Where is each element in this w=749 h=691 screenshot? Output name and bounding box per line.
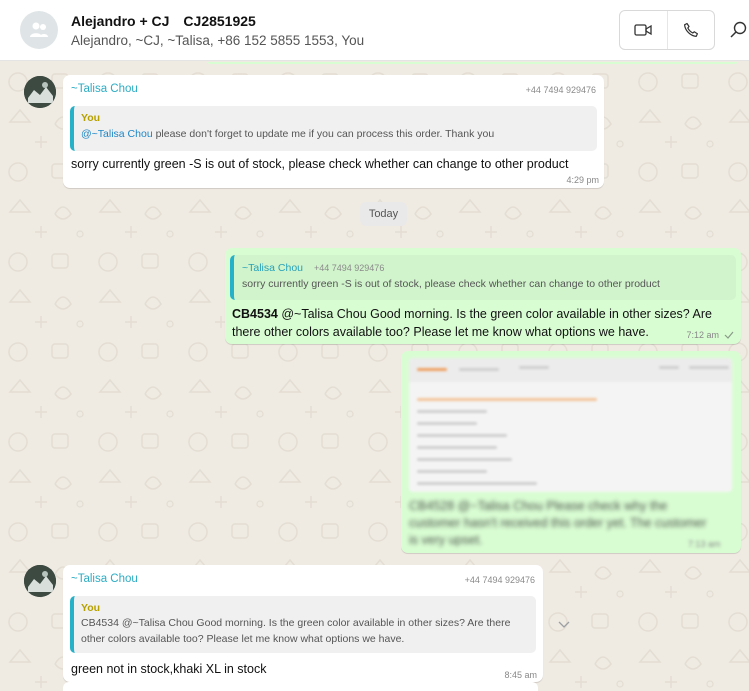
message-bubble-incoming[interactable]: ~Talisa Chou +44 7494 929476 You @~Talis… [63, 75, 604, 188]
message-text: green not in stock,khaki XL in stock [71, 662, 267, 676]
previous-message-edge [205, 62, 740, 64]
quote-author: You [81, 602, 101, 614]
chat-area[interactable]: ~Talisa Chou +44 7494 929476 You @~Talis… [0, 62, 749, 691]
quote-phone: +44 7494 929476 [314, 263, 385, 273]
group-avatar-icon[interactable] [20, 11, 58, 49]
quoted-message[interactable]: You CB4534 @~Talisa Chou Good morning. I… [70, 596, 536, 653]
voice-call-button[interactable] [668, 11, 715, 49]
message-time: 7:12 am [686, 330, 719, 340]
message-time: 8:45 am [504, 670, 537, 680]
sender-name[interactable]: ~Talisa Chou [71, 83, 138, 95]
attached-screenshot[interactable] [409, 358, 732, 492]
avatar[interactable] [24, 76, 56, 108]
participants-list: Alejandro, ~CJ, ~Talisa, +86 152 5855 15… [71, 33, 365, 48]
message-bubble-incoming[interactable]: ~Talisa Chou +44 7494 929476 You CB4534 … [63, 565, 543, 682]
message-time: 7:13 am [688, 539, 721, 549]
quote-text-body: please don't forget to update me if you … [152, 128, 495, 140]
sender-phone: +44 7494 929476 [525, 85, 596, 95]
video-call-button[interactable] [620, 11, 668, 49]
quote-text: @~Talisa Chou please don't forget to upd… [81, 126, 494, 142]
quoted-message[interactable]: You @~Talisa Chou please don't forget to… [70, 106, 597, 151]
chat-title-name: Alejandro + CJ [71, 13, 170, 29]
quote-text: CB4534 @~Talisa Chou Good morning. Is th… [81, 617, 511, 645]
date-divider: Today [360, 202, 407, 226]
message-text: CB4534 @~Talisa Chou Good morning. Is th… [232, 305, 732, 341]
quote-author: ~Talisa Chou [242, 262, 303, 274]
voice-call-icon [683, 22, 698, 37]
message-time: 4:29 pm [566, 175, 599, 185]
sender-phone: +44 7494 929476 [464, 575, 535, 585]
chat-title[interactable]: Alejandro + CJ CJ2851925 [71, 13, 256, 29]
search-button[interactable] [729, 20, 749, 40]
video-call-icon [634, 24, 652, 36]
quoted-message[interactable]: ~Talisa Chou +44 7494 929476 sorry curre… [230, 255, 736, 300]
blurred-caption: CB4528 @~Talisa Chou Please check why th… [409, 499, 707, 547]
chevron-down-icon[interactable] [558, 621, 570, 629]
message-bubble-outgoing[interactable]: ~Talisa Chou +44 7494 929476 sorry curre… [225, 248, 741, 344]
quote-author: You [81, 112, 101, 124]
call-buttons [619, 10, 715, 50]
next-message-edge [63, 682, 538, 691]
mention[interactable]: @~Talisa Chou [81, 128, 153, 140]
avatar[interactable] [24, 565, 56, 597]
chat-title-code: CJ2851925 [183, 13, 256, 29]
chat-header: Alejandro + CJ CJ2851925 Alejandro, ~CJ, … [0, 0, 749, 61]
message-text-body: @~Talisa Chou Good morning. Is the green… [232, 307, 712, 339]
order-code: CB4534 [232, 307, 278, 321]
message-text: sorry currently green -S is out of stock… [71, 157, 569, 171]
sender-name[interactable]: ~Talisa Chou [71, 573, 138, 585]
quote-text: sorry currently green -S is out of stock… [242, 278, 660, 290]
check-icon [724, 331, 734, 339]
search-icon [730, 21, 747, 38]
